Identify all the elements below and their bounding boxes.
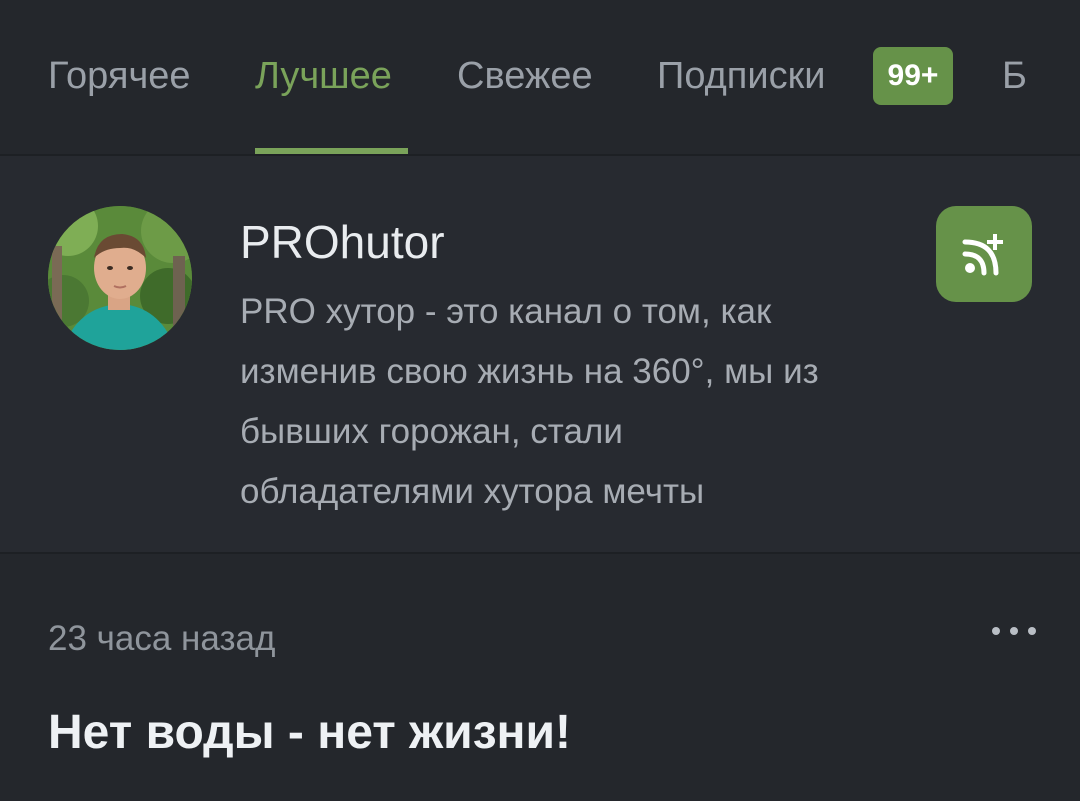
tab-hot[interactable]: Горячее xyxy=(48,50,191,102)
post-timestamp: 23 часа назад xyxy=(48,619,276,658)
rss-plus-icon xyxy=(962,234,1003,276)
app-root: Горячее Лучшее Свежее Подписки 99+ Б PRO… xyxy=(0,0,1080,801)
more-options-button[interactable] xyxy=(984,616,1044,646)
tab-fresh[interactable]: Свежее xyxy=(457,50,593,102)
subscriptions-count-badge: 99+ xyxy=(873,47,953,105)
channel-description-line: PRO хутор - это канал о том, как xyxy=(240,292,772,331)
post-card: 23 часа назад Нет воды - нет жизни! xyxy=(0,554,1080,801)
tab-best[interactable]: Лучшее xyxy=(255,50,392,102)
user-avatar-photo-icon xyxy=(48,206,192,350)
feed-tabs: Горячее Лучшее Свежее Подписки 99+ Б xyxy=(0,0,1080,156)
post-title[interactable]: Нет воды - нет жизни! xyxy=(48,702,571,764)
channel-avatar[interactable] xyxy=(48,206,192,350)
tab-subscriptions[interactable]: Подписки xyxy=(657,50,825,102)
channel-description-line: обладателями хутора мечты xyxy=(240,472,705,511)
subscribe-button[interactable] xyxy=(936,206,1032,302)
channel-description-line: изменив свою жизнь на 360°, мы из xyxy=(240,352,819,391)
tab-partial[interactable]: Б xyxy=(1002,50,1027,102)
active-tab-indicator xyxy=(255,148,408,154)
channel-card: PROhutor PRO хутор - это канал о том, ка… xyxy=(0,156,1080,554)
more-dots-icon xyxy=(992,627,1036,635)
channel-name[interactable]: PROhutor xyxy=(240,214,445,270)
channel-description-line: бывших горожан, стали xyxy=(240,412,623,451)
channel-description: PRO хутор - это канал о том, как изменив… xyxy=(240,282,930,522)
